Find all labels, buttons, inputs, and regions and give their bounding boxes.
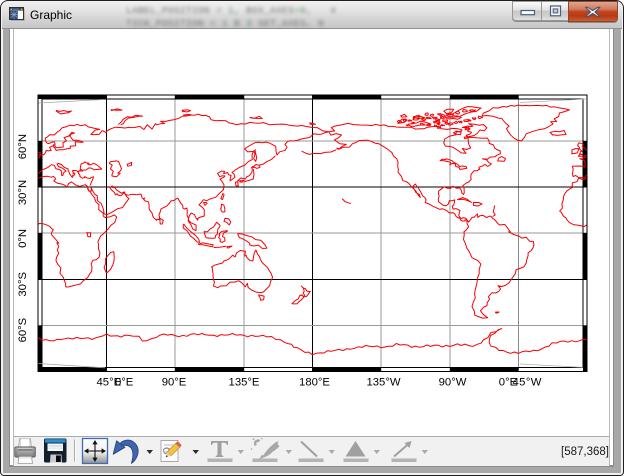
svg-text:90°E: 90°E xyxy=(162,377,187,389)
svg-text:135°W: 135°W xyxy=(366,377,400,389)
svg-text:180°E: 180°E xyxy=(299,377,330,389)
svg-text:135°E: 135°E xyxy=(229,377,260,389)
svg-text:30°S: 30°S xyxy=(17,272,29,297)
svg-text:[587,368]: [587,368] xyxy=(561,446,609,458)
svg-text:60°S: 60°S xyxy=(17,317,29,342)
svg-text:90°W: 90°W xyxy=(439,377,467,389)
svg-text:45°W: 45°W xyxy=(513,377,542,389)
svg-text:0°E: 0°E xyxy=(115,377,134,389)
svg-text:0°N: 0°N xyxy=(17,229,29,248)
svg-text:60°N: 60°N xyxy=(17,134,29,159)
svg-text:30°N: 30°N xyxy=(17,180,29,205)
